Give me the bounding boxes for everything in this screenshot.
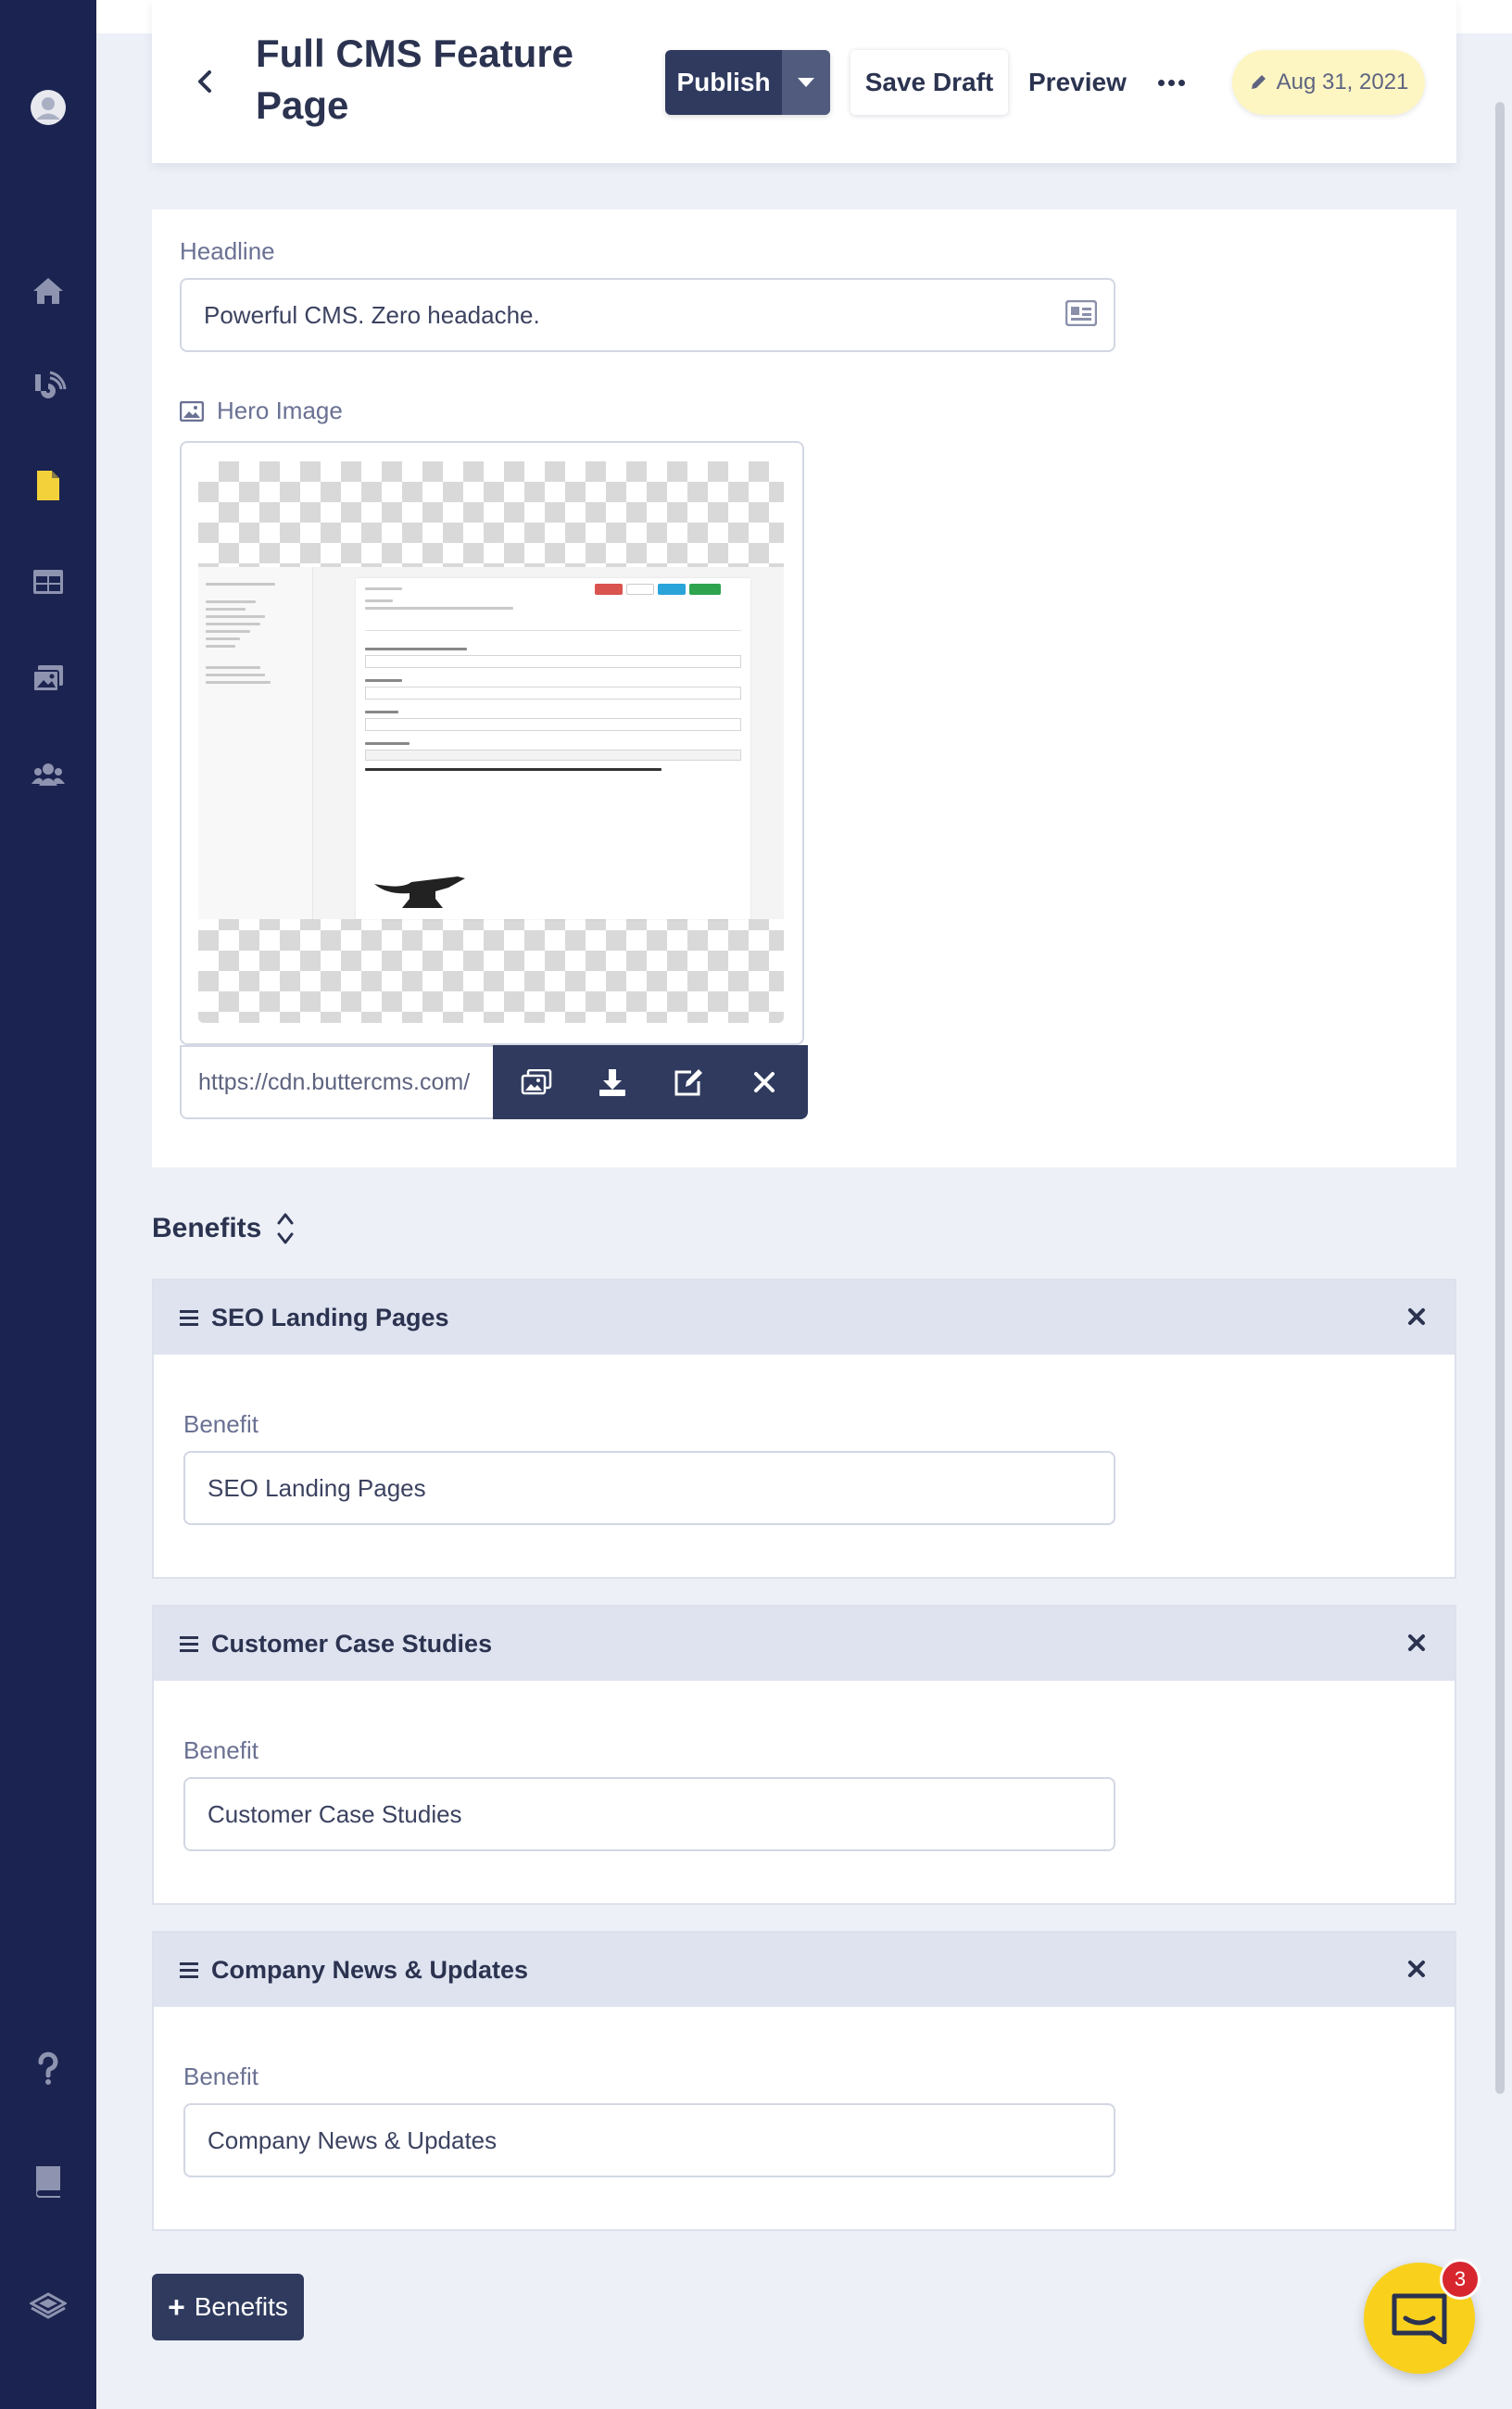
benefit-item: Company News & Updates Benefit Company N… [152,1931,1456,2231]
avatar-icon[interactable] [26,85,70,130]
page-title: Full CMS Feature Page [256,32,574,127]
caret-down-icon [798,78,814,87]
close-icon [1408,1634,1425,1651]
headline-input[interactable]: Powerful CMS. Zero headache. [180,278,1115,352]
benefit-field-label: Benefit [183,2062,258,2090]
hero-image-label-row: Hero Image [180,397,343,425]
benefits-title: Benefits [152,1213,262,1243]
users-icon[interactable] [26,752,70,797]
drag-handle-icon[interactable] [180,1961,198,1978]
pages-icon[interactable] [26,463,70,508]
help-icon[interactable] [26,2046,70,2090]
replace-image-icon [521,1069,552,1095]
publish-button[interactable]: Publish [665,50,782,115]
add-benefit-label: Benefits [194,2292,288,2321]
chat-icon [1392,2293,1447,2344]
publish-options-button[interactable] [782,50,830,115]
preview-button[interactable]: Preview [1028,50,1127,115]
id-card-icon[interactable] [1065,300,1097,326]
image-icon [180,400,204,422]
ellipsis-icon [1157,79,1165,86]
back-button[interactable] [189,61,220,102]
edit-image-button[interactable] [663,1057,713,1107]
schedule-date-badge[interactable]: Aug 31, 2021 [1232,50,1425,115]
benefit-item-header[interactable]: Customer Case Studies [154,1607,1455,1681]
benefit-item-title: Company News & Updates [211,1955,529,1984]
benefit-item-header[interactable]: SEO Landing Pages [154,1280,1455,1355]
benefit-input[interactable]: SEO Landing Pages [183,1451,1115,1525]
content-fields-card: Headline Powerful CMS. Zero headache. He… [152,209,1456,1167]
more-options-button[interactable] [1153,50,1190,115]
download-icon [599,1069,625,1096]
benefit-item-header[interactable]: Company News & Updates [154,1933,1455,2007]
hero-image-preview[interactable] [198,461,784,1023]
remove-benefit-button[interactable] [1403,1303,1430,1331]
headline-label: Headline [180,237,275,265]
page-header: Full CMS Feature Page Publish Save Draft… [152,0,1456,163]
benefits-heading: Benefits [152,1208,295,1249]
scrollbar[interactable] [1495,102,1505,2094]
hero-image-url-input[interactable]: https://cdn.buttercms.com/ [180,1045,495,1119]
benefit-item-title: SEO Landing Pages [211,1303,449,1331]
media-icon[interactable] [26,656,70,700]
replace-image-button[interactable] [511,1057,561,1107]
remove-benefit-button[interactable] [1403,1629,1430,1657]
hero-image-label: Hero Image [217,397,343,424]
close-icon [1408,1308,1425,1325]
hero-image-field: https://cdn.buttercms.com/ [180,441,808,1119]
save-draft-button[interactable]: Save Draft [850,50,1008,115]
publish-button-group: Publish [665,50,830,115]
blog-icon[interactable] [26,367,70,411]
hero-image-toolbar [493,1045,808,1119]
chevron-left-icon [198,70,211,93]
add-benefit-button[interactable]: + Benefits [152,2274,304,2340]
benefit-item: SEO Landing Pages Benefit SEO Landing Pa… [152,1279,1456,1579]
schedule-date: Aug 31, 2021 [1276,69,1409,95]
logo-icon[interactable] [26,2281,70,2326]
benefit-item: Customer Case Studies Benefit Customer C… [152,1605,1456,1905]
benefit-field-label: Benefit [183,1736,258,1764]
close-icon [1408,1961,1425,1977]
benefit-field-label: Benefit [183,1410,258,1438]
plus-icon: + [168,2289,185,2324]
remove-benefit-button[interactable] [1403,1955,1430,1983]
docs-icon[interactable] [26,2159,70,2203]
sort-toggle-icon[interactable] [276,1211,295,1246]
anvil-icon [374,877,465,908]
remove-image-button[interactable] [739,1057,789,1107]
chat-notification-badge: 3 [1440,2259,1480,2300]
hero-screenshot-thumbnail [198,567,784,919]
benefit-input[interactable]: Customer Case Studies [183,1777,1115,1851]
sidebar [0,0,96,2409]
benefit-input[interactable]: Company News & Updates [183,2103,1115,2177]
pencil-icon [1251,75,1266,89]
drag-handle-icon[interactable] [180,1635,198,1652]
download-button[interactable] [587,1057,637,1107]
edit-icon [674,1069,702,1096]
headline-value: Powerful CMS. Zero headache. [204,300,540,329]
close-icon [754,1072,775,1092]
benefit-item-title: Customer Case Studies [211,1629,493,1658]
collections-icon[interactable] [26,560,70,604]
home-icon[interactable] [26,269,70,313]
drag-handle-icon[interactable] [180,1309,198,1326]
